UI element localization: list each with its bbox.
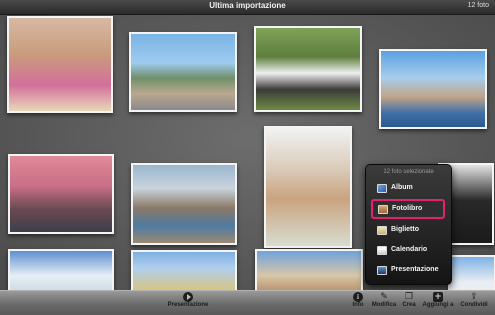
photo-thumbnail-dogs[interactable]: [254, 26, 362, 112]
photo-thumbnail-venice[interactable]: [8, 154, 114, 234]
menu-item-fotolibro[interactable]: Fotolibro: [371, 199, 445, 219]
photo-thumbnail-snow[interactable]: [8, 249, 114, 290]
play-icon: [183, 292, 193, 302]
title-bar: Ultima importazione 12 foto: [0, 0, 495, 15]
add-to-label: Aggiungi a: [422, 302, 454, 308]
photo-thumbnail-palace[interactable]: [131, 250, 237, 290]
plus-icon: +: [433, 292, 443, 302]
slideshow-button[interactable]: Presentazione: [160, 292, 216, 314]
menu-item-label: Presentazione: [391, 266, 439, 273]
photo-thumbnail-city[interactable]: [131, 163, 237, 245]
menu-item-album[interactable]: Album: [371, 179, 445, 199]
slideshow-icon: [377, 266, 387, 275]
info-icon: i: [353, 292, 363, 302]
menu-item-label: Album: [391, 184, 413, 191]
share-icon: ⇪: [470, 292, 478, 302]
menu-item-presentazione[interactable]: Presentazione: [371, 261, 445, 281]
create-icon: ❐: [404, 292, 414, 302]
slideshow-label: Presentazione: [167, 302, 209, 308]
share-button[interactable]: ⇪ Condividi: [456, 292, 492, 314]
menu-item-label: Fotolibro: [392, 205, 423, 212]
create-button[interactable]: ❐ Crea: [398, 292, 420, 314]
create-label: Crea: [402, 302, 416, 308]
album-icon: [377, 184, 387, 193]
menu-item-biglietto[interactable]: Biglietto: [371, 221, 445, 241]
menu-item-label: Biglietto: [391, 226, 419, 233]
edit-label: Modifica: [371, 302, 397, 308]
selection-count-label: 12 foto selezionate: [383, 169, 434, 175]
menu-item-label: Calendario: [391, 246, 428, 253]
photobook-icon: [378, 205, 388, 214]
menu-item-calendario[interactable]: Calendario: [371, 241, 445, 261]
calendar-icon: [377, 246, 387, 255]
info-button[interactable]: i Info: [347, 292, 369, 314]
photo-thumbnail-theme-park[interactable]: [129, 32, 237, 112]
photo-thumbnail-sky[interactable]: [448, 255, 495, 290]
photo-thumbnail-family[interactable]: [264, 126, 352, 248]
photo-count: 12 foto: [467, 2, 489, 9]
info-label: Info: [352, 302, 364, 308]
page-title: Ultima importazione: [209, 1, 286, 10]
photo-thumbnail-buildings[interactable]: [255, 249, 363, 290]
share-label: Condividi: [460, 302, 488, 308]
bottom-toolbar: Presentazione i Info ✎ Modifica ❐ Crea +…: [0, 290, 495, 315]
magic-wand-icon: ✎: [380, 292, 388, 302]
photo-thumbnail-coast[interactable]: [379, 49, 487, 129]
photo-thumbnail-girl[interactable]: [7, 16, 113, 113]
edit-button[interactable]: ✎ Modifica: [370, 292, 398, 314]
add-to-button[interactable]: + Aggiungi a: [420, 292, 456, 314]
card-icon: [377, 226, 387, 235]
create-menu-popover: 12 foto selezionate Album Fotolibro Bigl…: [365, 164, 452, 285]
